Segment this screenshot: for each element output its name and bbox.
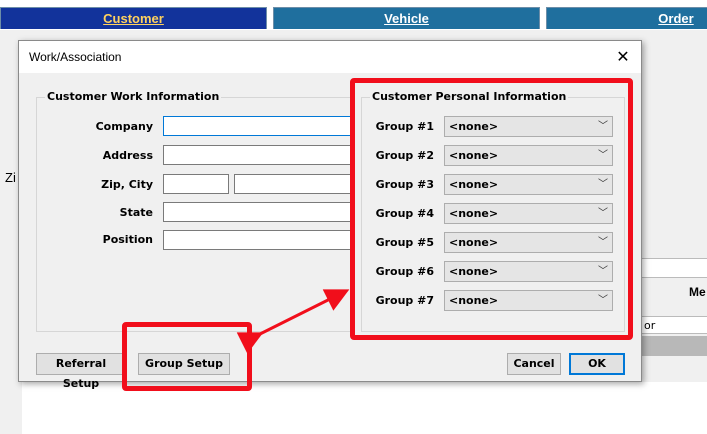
annotation-double-arrow xyxy=(236,289,350,354)
